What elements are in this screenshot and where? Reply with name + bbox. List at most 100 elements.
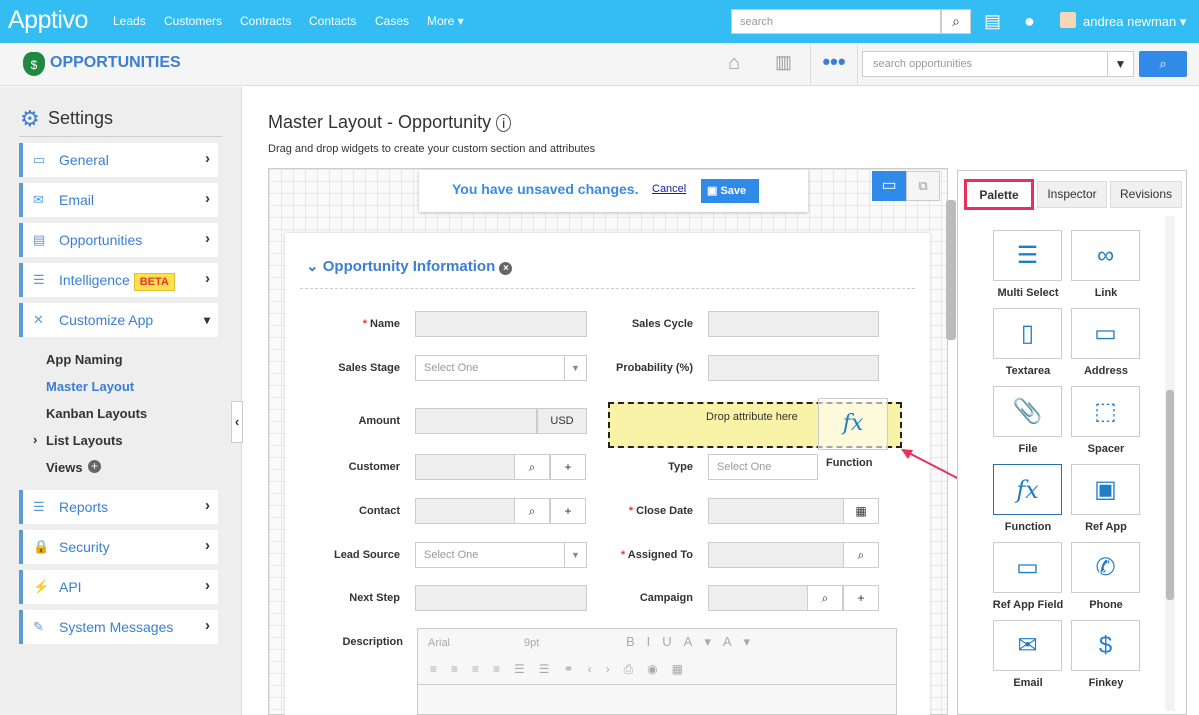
spacer-icon[interactable]: ⬚ (1071, 386, 1140, 437)
cancel-link[interactable]: Cancel (652, 183, 686, 195)
checklist-icon[interactable]: ☰ (993, 230, 1062, 281)
tools-icon: ✕ (33, 312, 44, 327)
close-date-field[interactable] (708, 498, 848, 524)
search-icon[interactable]: ⌕ (843, 542, 879, 568)
link-icon[interactable]: ∞ (1071, 230, 1140, 281)
hierarchy-view-icon[interactable]: ⧉ (906, 171, 940, 201)
nav-more[interactable]: More ▾ (427, 14, 464, 28)
remove-section-icon[interactable]: × (499, 262, 513, 275)
sales-stage-select[interactable]: Select One ▼ (415, 355, 587, 381)
search-opportunities-input[interactable]: search opportunities (862, 51, 1134, 77)
sidebar-item-system-messages[interactable]: ✎ System Messages › (19, 610, 218, 644)
palette-item-label: Email (1013, 677, 1043, 689)
function-icon[interactable]: fx (993, 464, 1062, 515)
label-description: Description (342, 636, 403, 648)
sidebar-item-customize-app[interactable]: ✕ Customize App ▾ (19, 303, 218, 337)
ref-app-field-icon[interactable]: ▭ (993, 542, 1062, 593)
label: Email (59, 192, 95, 208)
search-icon[interactable]: ⌕ (941, 9, 971, 34)
contact-field[interactable] (415, 498, 515, 524)
customer-field[interactable] (415, 454, 515, 480)
finkey-icon[interactable]: $ (1071, 620, 1140, 671)
currency-select[interactable]: USD (537, 408, 587, 434)
palette-scrollbar-thumb[interactable] (1166, 390, 1174, 600)
nav-contracts[interactable]: Contracts (240, 14, 291, 28)
label-assigned-to: * Assigned To (620, 549, 693, 561)
lead-source-select[interactable]: Select One ▼ (415, 542, 587, 568)
name-field[interactable] (415, 311, 587, 337)
global-search-input[interactable]: search (731, 9, 941, 34)
sub-list-layouts[interactable]: List Layouts (46, 433, 123, 448)
calendar-icon[interactable]: ▦ (843, 498, 879, 524)
sidebar-item-api[interactable]: ⚡ API › (19, 570, 218, 604)
more-options-icon[interactable]: ••• (810, 43, 858, 86)
add-view-icon[interactable]: + (88, 460, 101, 473)
search-button[interactable]: ⌕ (1139, 51, 1187, 77)
add-icon[interactable]: + (843, 585, 879, 611)
dragged-function-icon[interactable]: fx (818, 398, 888, 450)
paragraph-toolbar[interactable]: ≡≡≡≡☰☰⚭‹›⎙◉▦ (430, 662, 697, 677)
sidebar-item-general[interactable]: ▭ General › (19, 143, 218, 177)
sidebar-item-opportunities[interactable]: ▤ Opportunities › (19, 223, 218, 257)
sidebar-item-security[interactable]: 🔒 Security › (19, 530, 218, 564)
paperclip-icon[interactable]: 📎 (993, 386, 1062, 437)
format-toolbar[interactable]: BIUA▾A▾ (626, 634, 762, 650)
next-step-field[interactable] (415, 585, 587, 611)
sidebar-item-intelligence[interactable]: ☰ Intelligence BETA › (19, 263, 218, 297)
add-icon[interactable]: + (550, 454, 586, 480)
email-icon[interactable]: ✉ (993, 620, 1062, 671)
tab-inspector[interactable]: Inspector (1037, 181, 1107, 208)
label: General (59, 152, 109, 168)
envelope-icon: ✉ (33, 192, 44, 207)
user-menu[interactable]: andrea newman ▾ (1083, 14, 1186, 30)
home-icon[interactable]: ⌂ (728, 52, 740, 75)
sales-cycle-field[interactable] (708, 311, 879, 337)
sub-views[interactable]: Views (46, 460, 83, 475)
assigned-to-field[interactable] (708, 542, 848, 568)
font-select[interactable]: Arial (428, 637, 450, 649)
chevron-down-icon[interactable]: ▼ (1107, 52, 1133, 76)
tab-revisions[interactable]: Revisions (1110, 181, 1182, 208)
search-icon[interactable]: ⌕ (807, 585, 843, 611)
avatar[interactable] (1060, 12, 1076, 28)
desktop-view-icon[interactable]: ▭ (872, 171, 906, 201)
apptivo-logo[interactable]: Apptivo (8, 6, 88, 35)
save-button[interactable]: ▣ Save (701, 179, 759, 203)
notifications-icon[interactable]: ● (1024, 11, 1035, 32)
label: Intelligence (59, 272, 130, 288)
address-icon[interactable]: ▭ (1071, 308, 1140, 359)
label-close-date: * Close Date (628, 505, 693, 517)
add-icon[interactable]: + (550, 498, 586, 524)
sub-app-naming[interactable]: App Naming (46, 352, 123, 367)
tab-palette[interactable]: Palette (964, 179, 1034, 210)
chevron-right-icon: › (205, 230, 210, 247)
store-icon[interactable]: ▤ (984, 11, 1001, 32)
chevron-right-icon: › (205, 537, 210, 554)
info-icon[interactable]: i (496, 114, 512, 132)
page-subtitle: Drag and drop widgets to create your cus… (268, 143, 596, 155)
ref-app-icon[interactable]: ▣ (1071, 464, 1140, 515)
amount-field[interactable] (415, 408, 537, 434)
nav-contacts[interactable]: Contacts (309, 14, 356, 28)
collapse-sidebar-handle[interactable]: ‹ (231, 401, 243, 443)
sidebar-item-reports[interactable]: ☰ Reports › (19, 490, 218, 524)
search-icon[interactable]: ⌕ (514, 498, 550, 524)
sidebar-item-email[interactable]: ✉ Email › (19, 183, 218, 217)
label: Customize App (59, 312, 154, 328)
search-icon[interactable]: ⌕ (514, 454, 550, 480)
sub-master-layout[interactable]: Master Layout (46, 379, 134, 394)
phone-icon[interactable]: ✆ (1071, 542, 1140, 593)
nav-customers[interactable]: Customers (164, 14, 222, 28)
campaign-field[interactable] (708, 585, 808, 611)
type-select[interactable]: Select One (708, 454, 818, 480)
canvas-scrollbar[interactable] (946, 200, 956, 340)
save-label: Save (720, 185, 747, 197)
sub-kanban-layouts[interactable]: Kanban Layouts (46, 406, 147, 421)
size-select[interactable]: 9pt (524, 637, 539, 649)
nav-cases[interactable]: Cases (375, 14, 409, 28)
textarea-icon[interactable]: ▯ (993, 308, 1062, 359)
nav-leads[interactable]: Leads (113, 14, 146, 28)
reports-icon[interactable]: ▥ (775, 52, 792, 73)
section-header[interactable]: ⌄ Opportunity Information × (306, 257, 513, 275)
probability-field[interactable] (708, 355, 879, 381)
